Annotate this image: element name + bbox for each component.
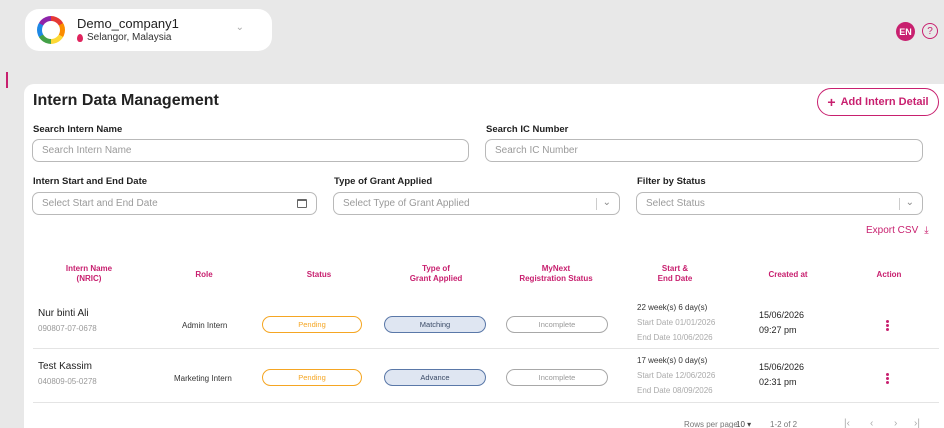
more-actions-icon[interactable]: [886, 319, 890, 332]
registration-badge: Incomplete: [506, 369, 608, 386]
header-grant: Type of Grant Applied: [409, 264, 463, 283]
date-placeholder: Select Start and End Date: [42, 198, 158, 209]
intern-nric: 090807-07-0678: [38, 324, 97, 333]
created-time: 02:31 pm: [759, 377, 797, 387]
header-dates: Start & End Date: [657, 264, 693, 283]
intern-name: Nur binti Ali: [38, 308, 89, 319]
intern-role: Admin Intern: [182, 321, 228, 330]
intern-duration: 17 week(s) 0 day(s): [637, 356, 708, 365]
rows-per-page-select[interactable]: 10 ▾: [736, 420, 751, 428]
next-page-icon[interactable]: ›: [894, 418, 897, 428]
prev-page-icon[interactable]: ‹: [870, 418, 873, 428]
row-divider: [33, 348, 939, 349]
grant-label: Type of Grant Applied: [334, 176, 433, 187]
registration-badge: Incomplete: [506, 316, 608, 333]
grant-badge: Advance: [384, 369, 486, 386]
header-status: Status: [306, 270, 332, 279]
help-icon[interactable]: ?: [922, 23, 938, 39]
export-csv-label: Export CSV: [866, 225, 919, 236]
status-badge: Pending: [262, 369, 362, 386]
pagination-range: 1-2 of 2: [770, 420, 798, 428]
chevron-down-icon[interactable]: ⌄: [236, 22, 244, 33]
header-intern-name: Intern Name (NRIC): [65, 264, 113, 283]
rows-per-page-label: Rows per page: [684, 420, 738, 428]
language-button[interactable]: EN: [896, 22, 915, 41]
last-page-icon[interactable]: ›|: [914, 418, 920, 428]
header-role: Role: [195, 270, 213, 279]
export-csv-button[interactable]: Export CSV ⤓: [866, 225, 929, 236]
intern-name: Test Kassim: [38, 361, 92, 372]
company-name: Demo_company1: [77, 16, 179, 31]
add-intern-label: Add Intern Detail: [840, 96, 929, 108]
search-ic-placeholder: Search IC Number: [495, 145, 578, 156]
date-label: Intern Start and End Date: [33, 176, 148, 187]
row-divider: [33, 402, 939, 403]
header-registration: MyNext Registration Status: [519, 264, 593, 283]
created-date: 15/06/2026: [759, 362, 805, 372]
chevron-down-icon[interactable]: ⌄: [603, 197, 611, 208]
date-range-picker[interactable]: Select Start and End Date: [32, 192, 317, 215]
company-selector[interactable]: Demo_company1 Selangor, Malaysia ⌄: [25, 9, 272, 51]
more-actions-icon[interactable]: [886, 372, 890, 385]
intern-start-date: Start Date 12/06/2026: [637, 371, 716, 380]
main-panel: Intern Data Management + Add Intern Deta…: [24, 84, 944, 428]
intern-end-date: End Date 08/09/2026: [637, 386, 713, 395]
intern-nric: 040809-05-0278: [38, 377, 97, 386]
status-badge: Pending: [262, 316, 362, 333]
calendar-icon[interactable]: [297, 199, 307, 208]
intern-end-date: End Date 10/06/2026: [637, 333, 713, 342]
search-ic-label: Search IC Number: [486, 124, 569, 135]
first-page-icon[interactable]: |‹: [844, 418, 850, 428]
search-name-label: Search Intern Name: [33, 124, 123, 135]
download-icon: ⤓: [924, 225, 929, 236]
plus-icon: +: [827, 94, 836, 110]
created-time: 09:27 pm: [759, 325, 797, 335]
location-pin-icon: [77, 33, 83, 42]
created-date: 15/06/2026: [759, 310, 805, 320]
search-name-input[interactable]: Search Intern Name: [32, 139, 469, 162]
grant-placeholder: Select Type of Grant Applied: [343, 198, 470, 209]
intern-duration: 22 week(s) 6 day(s): [637, 303, 708, 312]
sidebar-accent: [6, 72, 8, 88]
status-placeholder: Select Status: [646, 198, 705, 209]
intern-role: Marketing Intern: [174, 374, 232, 383]
company-logo: [37, 16, 65, 44]
company-location: Selangor, Malaysia: [77, 31, 179, 44]
search-name-placeholder: Search Intern Name: [42, 145, 132, 156]
grant-badge: Matching: [384, 316, 486, 333]
select-divider: [899, 198, 900, 210]
page-title: Intern Data Management: [33, 92, 219, 109]
header-action: Action: [876, 270, 902, 279]
search-ic-input[interactable]: Search IC Number: [485, 139, 923, 162]
add-intern-button[interactable]: + Add Intern Detail: [817, 88, 939, 116]
status-label: Filter by Status: [637, 176, 706, 187]
company-location-text: Selangor, Malaysia: [87, 32, 172, 43]
intern-start-date: Start Date 01/01/2026: [637, 318, 716, 327]
status-select[interactable]: Select Status ⌄: [636, 192, 923, 215]
chevron-down-icon[interactable]: ⌄: [906, 197, 914, 208]
select-divider: [596, 198, 597, 210]
grant-select[interactable]: Select Type of Grant Applied ⌄: [333, 192, 620, 215]
header-created: Created at: [768, 270, 808, 279]
